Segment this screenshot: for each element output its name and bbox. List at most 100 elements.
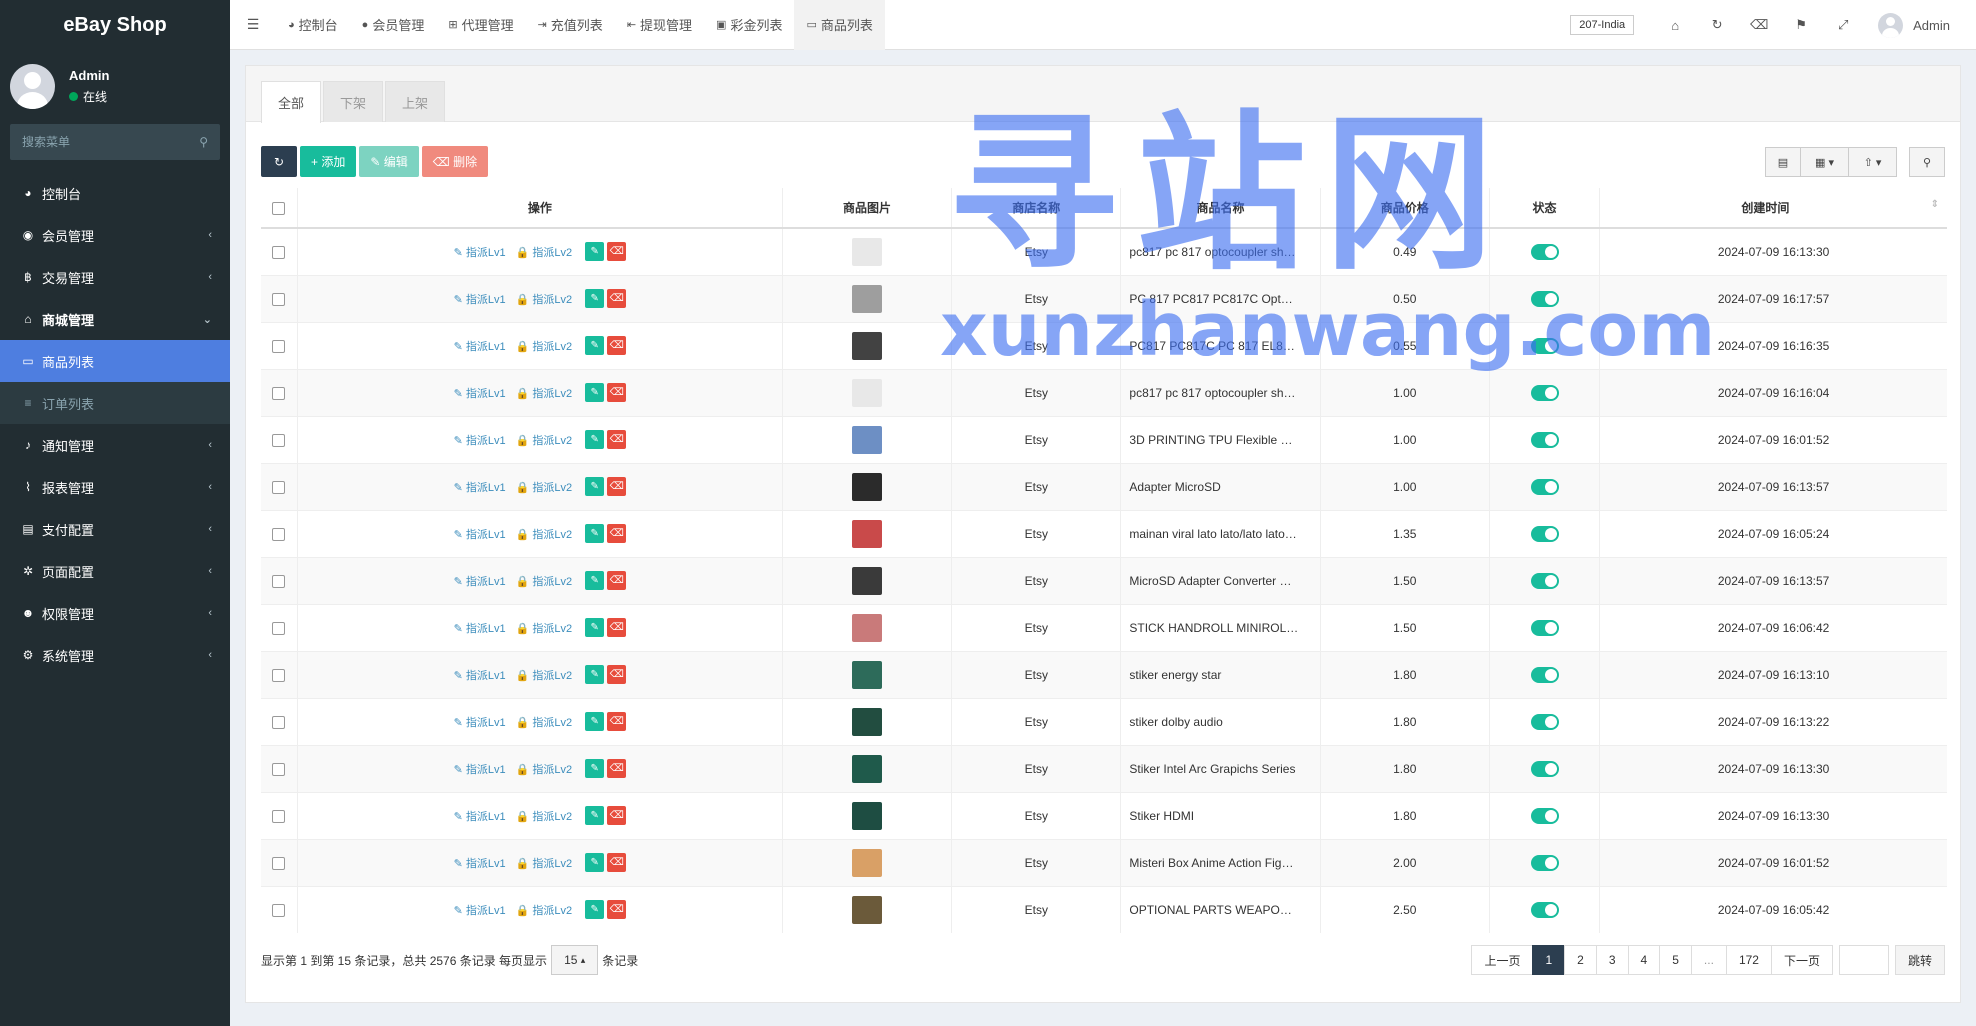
row-checkbox[interactable]: [272, 668, 286, 682]
row-edit-button[interactable]: ✎: [585, 289, 605, 308]
header-price[interactable]: 商品价格: [1319, 188, 1490, 229]
sidebar-item-members[interactable]: ◉ 会员管理 ‹: [0, 214, 230, 256]
row-checkbox[interactable]: [272, 715, 286, 729]
row-edit-button[interactable]: ✎: [585, 712, 605, 731]
status-toggle[interactable]: [1530, 666, 1559, 683]
product-thumbnail[interactable]: [852, 519, 883, 548]
row-edit-button[interactable]: ✎: [585, 900, 605, 920]
sidebar-item-dashboard[interactable]: ◕ 控制台: [0, 172, 230, 214]
row-delete-button[interactable]: ⌫: [607, 665, 627, 684]
status-toggle[interactable]: [1530, 384, 1559, 401]
assign-lv1-link[interactable]: ✎ 指派Lv1: [454, 855, 506, 871]
admin-user-menu[interactable]: Admin: [1864, 12, 1976, 38]
row-delete-button[interactable]: ⌫: [607, 759, 627, 778]
row-edit-button[interactable]: ✎: [585, 759, 605, 778]
product-thumbnail[interactable]: [852, 331, 883, 360]
product-thumbnail[interactable]: [852, 895, 883, 924]
sidebar-item-page-config[interactable]: ✲ 页面配置 ‹: [0, 550, 230, 592]
row-edit-button[interactable]: ✎: [585, 477, 605, 496]
assign-lv2-link[interactable]: 🔒 指派Lv2: [516, 385, 573, 401]
page-last-button[interactable]: 172: [1725, 945, 1772, 975]
row-checkbox[interactable]: [272, 339, 286, 353]
product-thumbnail[interactable]: [852, 707, 883, 736]
sidebar-item-mall[interactable]: ⌂ 商城管理 ⌄: [0, 298, 230, 340]
assign-lv2-link[interactable]: 🔒 指派Lv2: [516, 479, 573, 495]
assign-lv1-link[interactable]: ✎ 指派Lv1: [454, 385, 506, 401]
tab-online[interactable]: 上架: [385, 81, 446, 122]
assign-lv1-link[interactable]: ✎ 指派Lv1: [454, 761, 506, 777]
tab-withdraw[interactable]: ⇤ 提现管理: [615, 0, 704, 50]
row-delete-button[interactable]: ⌫: [607, 712, 627, 731]
sidebar-item-payment[interactable]: ▤ 支付配置 ‹: [0, 508, 230, 550]
product-thumbnail[interactable]: [852, 284, 883, 313]
status-toggle[interactable]: [1530, 760, 1559, 777]
row-checkbox[interactable]: [272, 386, 286, 400]
translate-icon[interactable]: ⚑: [1780, 17, 1822, 33]
row-edit-button[interactable]: ✎: [585, 242, 605, 262]
sidebar-item-order-list[interactable]: ≡ 订单列表: [0, 382, 230, 424]
status-toggle[interactable]: [1530, 713, 1559, 730]
row-checkbox[interactable]: [272, 292, 286, 306]
page-2-button[interactable]: 2: [1564, 945, 1597, 975]
row-checkbox[interactable]: [272, 762, 286, 776]
tab-product-list[interactable]: ▭ 商品列表: [794, 0, 885, 50]
assign-lv1-link[interactable]: ✎ 指派Lv1: [454, 432, 506, 448]
status-toggle[interactable]: [1530, 243, 1559, 260]
assign-lv2-link[interactable]: 🔒 指派Lv2: [516, 714, 573, 730]
product-thumbnail[interactable]: [852, 801, 883, 830]
edit-button[interactable]: ✎ 编辑: [359, 146, 419, 177]
row-checkbox[interactable]: [272, 809, 286, 823]
row-delete-button[interactable]: ⌫: [607, 430, 627, 449]
status-toggle[interactable]: [1530, 337, 1559, 354]
search-icon[interactable]: ⚲: [199, 135, 208, 149]
status-toggle[interactable]: [1530, 431, 1559, 448]
header-created[interactable]: 创建时间 ⇕: [1599, 188, 1947, 229]
assign-lv1-link[interactable]: ✎ 指派Lv1: [454, 573, 506, 589]
row-delete-button[interactable]: ⌫: [607, 336, 627, 355]
tab-all[interactable]: 全部: [261, 81, 322, 123]
status-toggle[interactable]: [1530, 290, 1559, 307]
row-delete-button[interactable]: ⌫: [607, 900, 627, 920]
assign-lv1-link[interactable]: ✎ 指派Lv1: [454, 902, 506, 918]
status-toggle[interactable]: [1530, 619, 1559, 636]
brand-logo[interactable]: eBay Shop: [0, 0, 230, 50]
row-delete-button[interactable]: ⌫: [607, 853, 627, 872]
tab-bonus[interactable]: ▣ 彩金列表: [704, 0, 794, 50]
sidebar-item-notices[interactable]: ♪ 通知管理 ‹: [0, 424, 230, 466]
assign-lv2-link[interactable]: 🔒 指派Lv2: [516, 573, 573, 589]
sidebar-toggle-icon[interactable]: ☰: [230, 0, 276, 50]
trash-icon[interactable]: ⌫: [1738, 17, 1780, 33]
add-button[interactable]: + 添加: [300, 146, 357, 177]
goto-button[interactable]: 跳转: [1894, 945, 1945, 975]
assign-lv2-link[interactable]: 🔒 指派Lv2: [516, 620, 573, 636]
columns-button[interactable]: ▦ ▾: [1801, 147, 1849, 177]
row-checkbox[interactable]: [272, 903, 286, 917]
row-checkbox[interactable]: [272, 480, 286, 494]
sidebar-item-reports[interactable]: ⌇ 报表管理 ‹: [0, 466, 230, 508]
row-checkbox[interactable]: [272, 527, 286, 541]
assign-lv2-link[interactable]: 🔒 指派Lv2: [516, 808, 573, 824]
product-thumbnail[interactable]: [852, 237, 883, 266]
assign-lv2-link[interactable]: 🔒 指派Lv2: [516, 667, 573, 683]
row-edit-button[interactable]: ✎: [585, 336, 605, 355]
row-delete-button[interactable]: ⌫: [607, 571, 627, 590]
home-icon[interactable]: ⌂: [1654, 18, 1696, 33]
row-edit-button[interactable]: ✎: [585, 853, 605, 872]
page-size-select[interactable]: 15 ▴: [551, 945, 599, 975]
product-thumbnail[interactable]: [852, 566, 883, 595]
tab-dashboard[interactable]: ◕ 控制台: [276, 0, 350, 50]
assign-lv2-link[interactable]: 🔒 指派Lv2: [516, 432, 573, 448]
assign-lv1-link[interactable]: ✎ 指派Lv1: [454, 244, 506, 260]
assign-lv1-link[interactable]: ✎ 指派Lv1: [454, 667, 506, 683]
assign-lv1-link[interactable]: ✎ 指派Lv1: [454, 291, 506, 307]
row-checkbox[interactable]: [272, 856, 286, 870]
sidebar-item-product-list[interactable]: ▭ 商品列表: [0, 340, 230, 382]
refresh-button[interactable]: ↻: [261, 146, 297, 177]
header-shop[interactable]: 商店名称: [951, 188, 1121, 229]
row-edit-button[interactable]: ✎: [585, 571, 605, 590]
assign-lv2-link[interactable]: 🔒 指派Lv2: [516, 338, 573, 354]
product-thumbnail[interactable]: [852, 425, 883, 454]
row-delete-button[interactable]: ⌫: [607, 289, 627, 308]
search-button[interactable]: ⚲: [1909, 147, 1945, 177]
page-5-button[interactable]: 5: [1659, 945, 1692, 975]
